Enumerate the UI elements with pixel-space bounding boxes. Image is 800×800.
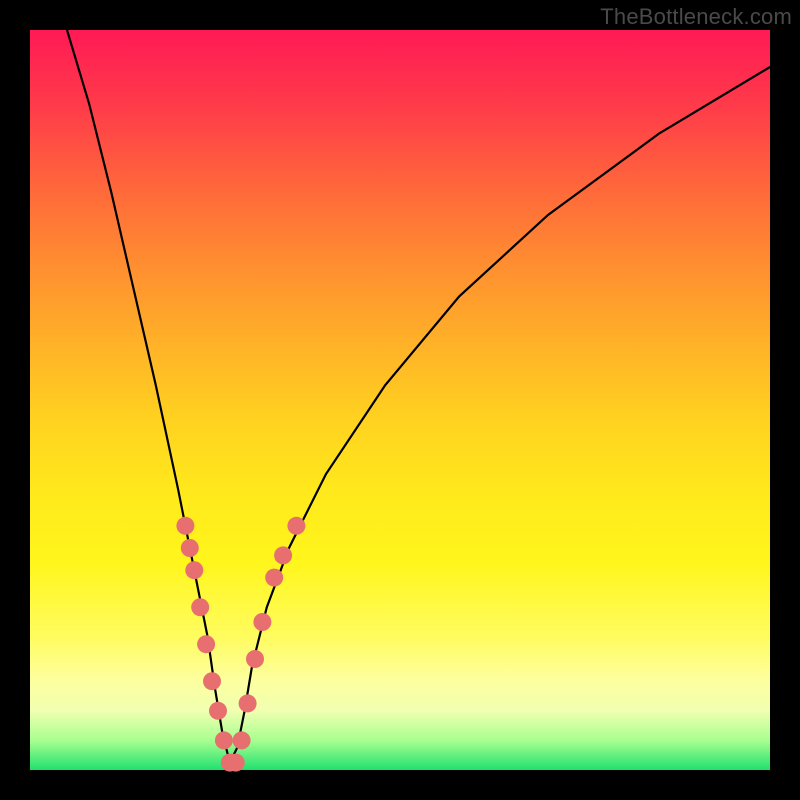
chart-frame: TheBottleneck.com [0, 0, 800, 800]
highlight-dot [215, 731, 233, 749]
highlight-dot [287, 517, 305, 535]
highlight-dot [209, 702, 227, 720]
highlight-dot [246, 650, 264, 668]
highlight-dot [265, 569, 283, 587]
highlight-dot [185, 561, 203, 579]
highlight-dot [253, 613, 271, 631]
highlight-dot [203, 672, 221, 690]
highlight-dot [191, 598, 209, 616]
highlight-dot [197, 635, 215, 653]
plot-area [30, 30, 770, 770]
highlight-dot [181, 539, 199, 557]
highlight-dot [233, 731, 251, 749]
highlight-dot [239, 694, 257, 712]
highlight-dots-group [176, 517, 305, 772]
curve-layer [30, 30, 770, 770]
watermark-label: TheBottleneck.com [600, 4, 792, 30]
highlight-dot [274, 546, 292, 564]
highlight-dot [227, 754, 245, 772]
highlight-dot [176, 517, 194, 535]
bottleneck-curve [67, 30, 770, 763]
